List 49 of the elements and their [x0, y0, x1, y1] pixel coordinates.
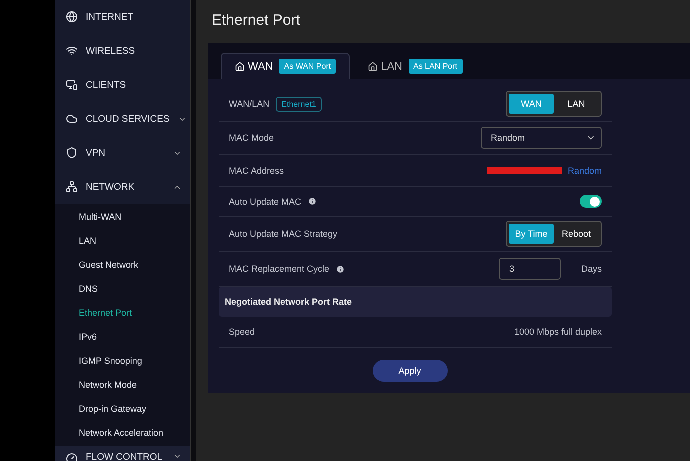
nav-subitem[interactable]: IPv6 — [55, 325, 190, 349]
field-label: MAC Mode — [229, 133, 274, 143]
nav-item[interactable]: CLIENTS — [55, 68, 190, 102]
input-field[interactable]: 3 — [499, 258, 562, 280]
field-label: WAN/LAN — [229, 99, 270, 109]
devices-icon — [66, 79, 78, 91]
unit-label: Days — [581, 264, 602, 274]
nav-subitem[interactable]: DNS — [55, 277, 190, 301]
field-label: Speed — [229, 327, 256, 337]
section-header: Negotiated Network Port Rate — [219, 287, 612, 317]
page-title: Ethernet Port — [212, 12, 302, 31]
port-badge: As LAN Port — [408, 59, 463, 74]
network-icon — [66, 181, 78, 193]
speed-value: 1000 Mbps full duplex — [514, 327, 602, 337]
field-label: Auto Update MAC Strategy — [229, 229, 338, 239]
nav-item[interactable]: INTERNET — [55, 0, 190, 34]
gauge-icon — [66, 452, 78, 461]
nav-item[interactable]: WIRELESS — [55, 34, 190, 68]
field-label: MAC Replacement Cycle — [229, 264, 330, 274]
info-icon[interactable] — [308, 197, 317, 206]
apply-button[interactable]: Apply — [372, 360, 448, 382]
tab[interactable]: WAN As WAN Port — [221, 53, 350, 79]
nav-subitem[interactable]: Network Mode — [55, 373, 190, 397]
house-icon — [368, 62, 378, 72]
segment-option[interactable]: Reboot — [554, 224, 599, 244]
segment-option[interactable]: LAN — [554, 94, 599, 114]
toggle-switch[interactable] — [580, 195, 602, 208]
port-tag: Ethernet1 — [276, 96, 322, 112]
nav-item[interactable]: NETWORK — [55, 170, 190, 204]
nav-item[interactable]: VPN — [55, 136, 190, 170]
nav-subitem[interactable]: Ethernet Port — [55, 301, 190, 325]
nav-subitem[interactable]: Network Acceleration — [55, 421, 190, 445]
tab[interactable]: LAN As LAN Port — [354, 53, 477, 79]
house-icon — [235, 62, 245, 72]
globe-icon — [66, 11, 78, 23]
shield-icon — [66, 147, 78, 159]
port-badge: As WAN Port — [279, 59, 336, 74]
random-link[interactable]: Random — [568, 166, 602, 176]
nav-subitem[interactable]: Drop-in Gateway — [55, 397, 190, 421]
select-field[interactable]: Random — [481, 127, 602, 149]
field-label: Auto Update MAC — [229, 196, 302, 206]
info-icon[interactable] — [336, 264, 345, 274]
nav-subitem[interactable]: Guest Network — [55, 253, 190, 277]
nav-subitem[interactable]: IGMP Snooping — [55, 349, 190, 373]
cloud-icon — [66, 113, 78, 125]
nav-subitem[interactable]: Multi-WAN — [55, 205, 190, 229]
nav-item[interactable]: CLOUD SERVICES — [55, 102, 190, 136]
nav-subitem[interactable]: LAN — [55, 229, 190, 253]
field-label: MAC Address — [229, 166, 284, 176]
